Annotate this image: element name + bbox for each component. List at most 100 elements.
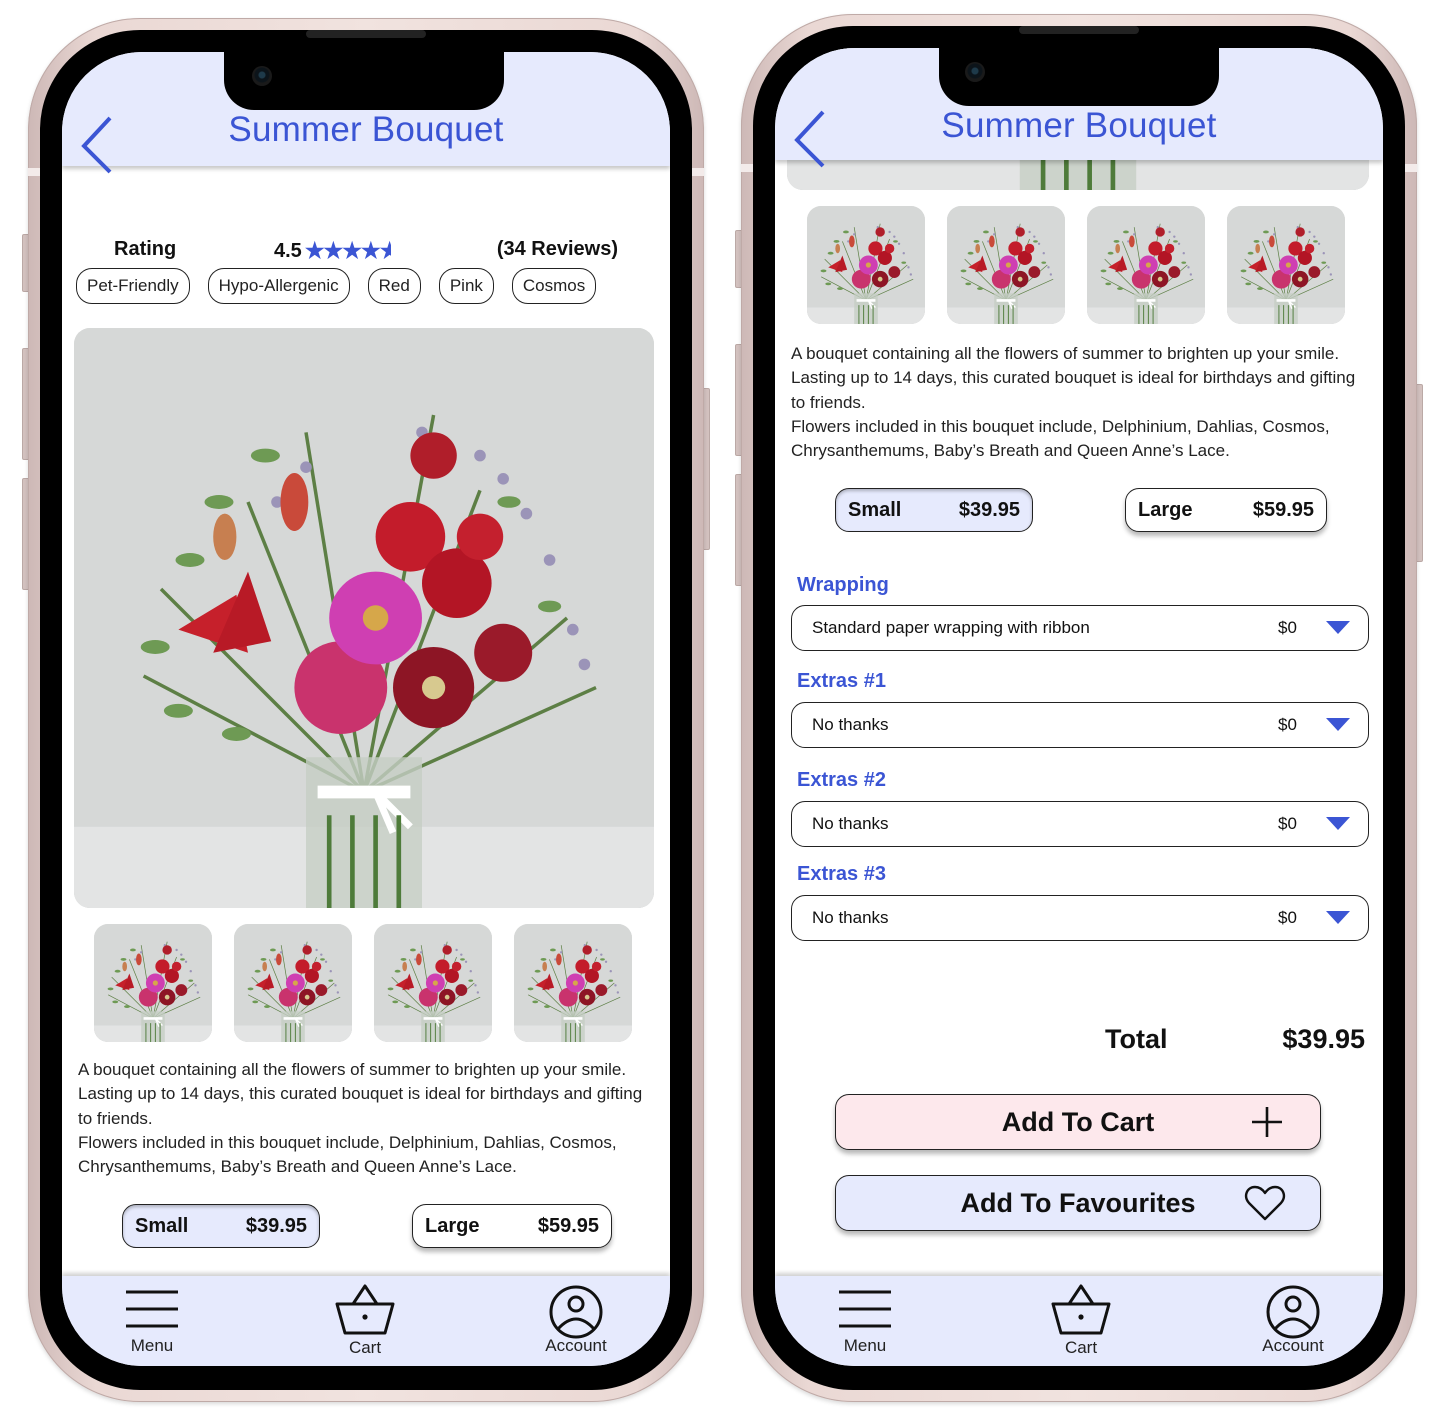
- size-label: Large: [1138, 498, 1193, 521]
- speaker-grille: [306, 30, 426, 38]
- nav-item-cart[interactable]: Cart: [315, 1284, 415, 1358]
- select-value: Standard paper wrapping with ribbon: [812, 618, 1090, 637]
- bouquet-photo: [374, 924, 492, 1042]
- page-title: Summer Bouquet: [228, 110, 504, 149]
- bouquet-thumbnail[interactable]: [514, 924, 632, 1042]
- button-label: Add To Cart: [1001, 1106, 1155, 1137]
- description-paragraph: A bouquet containing all the flowers of …: [78, 1060, 643, 1128]
- nav-item-menu[interactable]: Menu: [815, 1284, 915, 1356]
- hamburger-menu-icon: [126, 1290, 178, 1328]
- select-price: $0: [1278, 618, 1297, 637]
- bouquet-photo: [947, 206, 1065, 324]
- tag-chip[interactable]: Red: [367, 268, 421, 304]
- size-price: $59.95: [537, 1214, 599, 1237]
- description-paragraph: Flowers included in this bouquet include…: [791, 416, 1330, 461]
- front-camera: [965, 62, 985, 82]
- bouquet-thumbnail[interactable]: [94, 924, 212, 1042]
- nav-item-account[interactable]: Account: [526, 1284, 626, 1356]
- star-rating: ★★★★★: [305, 238, 391, 264]
- select-value: No thanks: [812, 715, 889, 734]
- select-value: No thanks: [812, 814, 889, 833]
- bouquet-photo: [1227, 206, 1345, 324]
- front-camera: [252, 66, 272, 86]
- page-title: Summer Bouquet: [941, 106, 1217, 145]
- nav-label: Account: [545, 1336, 607, 1355]
- nav-label: Cart: [348, 1338, 382, 1357]
- nav-label: Cart: [1064, 1338, 1098, 1357]
- scroll-content[interactable]: Rating 4.5 ★★★★★ (34 Reviews) Pet-Friend…: [62, 52, 670, 1366]
- review-count[interactable]: (34 Reviews): [497, 238, 618, 261]
- extras-1-select[interactable]: No thanks $0: [791, 702, 1369, 748]
- size-price: $39.95: [958, 498, 1020, 521]
- speaker-grille: [1019, 26, 1139, 34]
- product-description: A bouquet containing all the flowers of …: [78, 1058, 658, 1179]
- select-price: $0: [1278, 814, 1297, 833]
- bouquet-thumbnail[interactable]: [1087, 206, 1205, 324]
- nav-label: Menu: [843, 1336, 887, 1355]
- phone-right: A bouquet containing all the flowers of …: [735, 14, 1423, 1402]
- size-large-button[interactable]: Large $59.95: [1125, 488, 1327, 532]
- bottom-nav: Menu Cart Account: [62, 1276, 670, 1366]
- scroll-content[interactable]: A bouquet containing all the flowers of …: [775, 48, 1383, 1366]
- tag-chip[interactable]: Pet-Friendly: [76, 268, 190, 304]
- size-label: Small: [135, 1214, 189, 1237]
- nav-label: Account: [1262, 1336, 1324, 1355]
- rating-label: Rating: [114, 238, 177, 260]
- star-icons: ★★★★: [304, 238, 381, 263]
- size-label: Small: [848, 498, 902, 521]
- heart-icon: [1244, 1185, 1286, 1221]
- rating-value: 4.5: [274, 239, 302, 262]
- add-to-favourites-button[interactable]: Add To Favourites: [835, 1175, 1321, 1231]
- nav-item-menu[interactable]: Menu: [102, 1284, 202, 1356]
- size-price: $39.95: [245, 1214, 307, 1237]
- bouquet-photo: [514, 924, 632, 1042]
- tag-chip[interactable]: Hypo-Allergenic: [207, 268, 350, 304]
- basket-icon: [335, 1284, 395, 1335]
- bouquet-photo: [234, 924, 352, 1042]
- bouquet-photo: [74, 328, 654, 908]
- extras-3-label: Extras #3: [797, 863, 886, 885]
- caret-down-icon: [1326, 718, 1350, 731]
- select-value: No thanks: [812, 908, 889, 927]
- bouquet-hero-image[interactable]: [74, 328, 654, 908]
- caret-down-icon: [1326, 911, 1350, 924]
- select-price: $0: [1278, 908, 1297, 927]
- description-paragraph: Flowers included in this bouquet include…: [78, 1132, 617, 1177]
- size-price: $59.95: [1252, 498, 1314, 521]
- bottom-nav: Menu Cart Account: [775, 1276, 1383, 1366]
- screen: A bouquet containing all the flowers of …: [775, 48, 1383, 1366]
- rating-value-group: 4.5 ★★★★★: [274, 238, 391, 264]
- wrapping-select[interactable]: Standard paper wrapping with ribbon $0: [791, 605, 1369, 651]
- thumbnail-strip: [807, 206, 1345, 324]
- nav-item-cart[interactable]: Cart: [1031, 1284, 1131, 1358]
- tag-chip[interactable]: Cosmos: [511, 268, 597, 304]
- bouquet-thumbnail[interactable]: [1227, 206, 1345, 324]
- size-large-button[interactable]: Large $59.95: [412, 1204, 612, 1248]
- bouquet-photo: [94, 924, 212, 1042]
- nav-item-account[interactable]: Account: [1243, 1284, 1343, 1356]
- bouquet-thumbnail[interactable]: [807, 206, 925, 324]
- add-to-cart-button[interactable]: Add To Cart: [835, 1094, 1321, 1150]
- bouquet-photo: [1087, 206, 1205, 324]
- nav-label: Menu: [130, 1336, 174, 1355]
- button-label: Add To Favourites: [960, 1187, 1196, 1218]
- select-price: $0: [1278, 715, 1297, 734]
- bouquet-thumbnail[interactable]: [947, 206, 1065, 324]
- bouquet-thumbnail[interactable]: [374, 924, 492, 1042]
- user-circle-icon: [549, 1285, 603, 1339]
- tag-list: Pet-Friendly Hypo-Allergenic Red Pink Co…: [76, 268, 597, 304]
- bouquet-thumbnail[interactable]: [234, 924, 352, 1042]
- caret-down-icon: [1326, 817, 1350, 830]
- total-label: Total: [1105, 1024, 1168, 1054]
- half-star-icon: ★: [379, 238, 391, 263]
- extras-2-select[interactable]: No thanks $0: [791, 801, 1369, 847]
- caret-down-icon: [1326, 621, 1350, 634]
- size-label: Large: [425, 1214, 480, 1237]
- size-small-button[interactable]: Small $39.95: [122, 1204, 320, 1248]
- extras-2-label: Extras #2: [797, 769, 886, 791]
- size-small-button[interactable]: Small $39.95: [835, 488, 1033, 532]
- tag-chip[interactable]: Pink: [438, 268, 494, 304]
- user-circle-icon: [1266, 1285, 1320, 1339]
- extras-1-label: Extras #1: [797, 670, 886, 692]
- extras-3-select[interactable]: No thanks $0: [791, 895, 1369, 941]
